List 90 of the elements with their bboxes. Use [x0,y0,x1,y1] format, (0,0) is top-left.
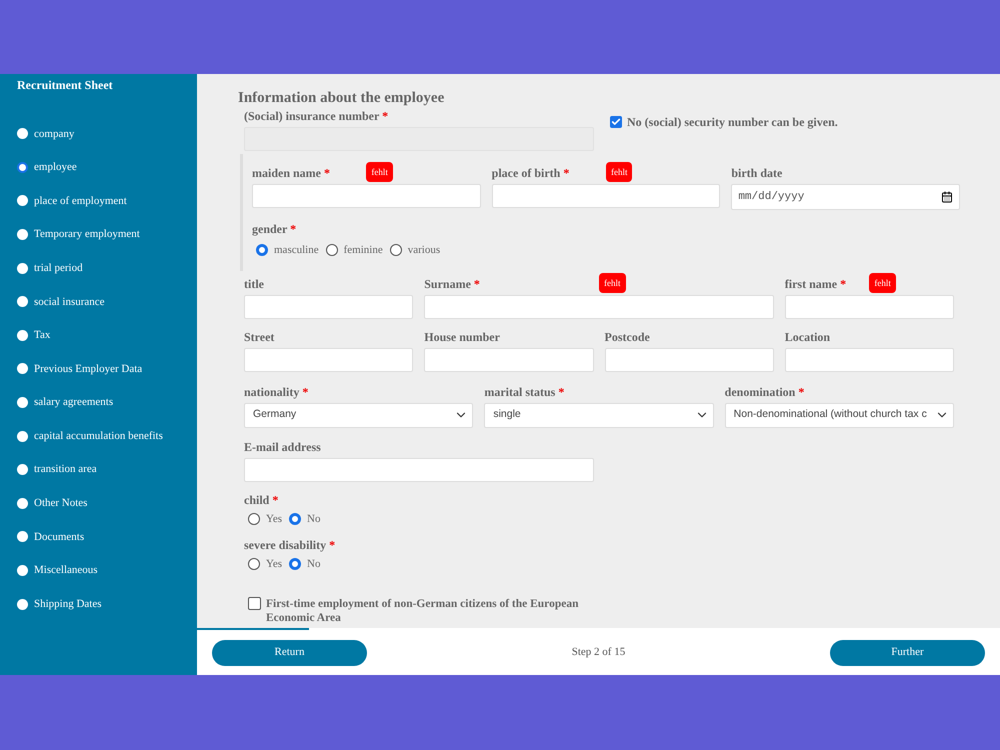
radio-button[interactable] [17,330,28,341]
radio-button[interactable] [17,363,28,374]
field-label: (Social) insurance number * [244,110,388,123]
radio-button[interactable] [17,598,28,610]
option-label: feminine [344,243,383,258]
error-badge: fehlt [606,162,632,182]
radio-button[interactable] [17,464,28,476]
field-label: maiden name * [252,167,330,180]
sidebar-item[interactable]: Documents [17,520,197,554]
radio-button[interactable] [17,262,28,274]
field-label: child * [244,494,278,506]
field-label: gender * [252,223,296,236]
radio-button[interactable] [17,531,28,542]
sidebar-item[interactable]: transition area [17,452,197,487]
checkbox[interactable] [248,596,261,610]
text-field[interactable] [244,348,414,372]
radio-button[interactable] [289,558,302,570]
field-label: title [244,278,264,290]
field-label: place of birth * [492,167,570,180]
dropdown[interactable]: Germany [244,402,474,428]
field-label: E-mail address [244,440,321,454]
radio-button[interactable] [17,498,28,509]
text-field[interactable] [492,184,720,208]
radio-button[interactable] [248,558,260,570]
text-field[interactable] [244,458,594,482]
calendar-icon[interactable] [941,191,953,203]
text-field[interactable] [252,184,481,208]
return-button[interactable]: Return [212,640,367,666]
option-label: masculine [274,243,319,258]
dropdown[interactable]: single [484,402,714,428]
option-label: Yes [266,512,282,526]
field-label: severe disability * [244,539,336,552]
radio-button[interactable] [390,244,402,256]
sidebar-item[interactable]: company [17,117,197,151]
option-label: various [408,243,440,258]
radio-button[interactable] [17,195,28,206]
sidebar-title: Recruitment Sheet [17,78,114,94]
text-field[interactable] [784,348,954,372]
sidebar-item[interactable]: trial period [17,251,197,285]
step-indicator: Step 2 of 15 [572,645,626,660]
radio-button[interactable] [17,565,28,576]
sidebar-item[interactable]: place of employment [17,184,197,218]
text-field[interactable] [244,294,414,318]
text-field[interactable] [604,348,774,372]
sidebar-item[interactable]: salary agreements [17,386,197,420]
section-heading: Information about the employee [238,90,446,107]
sidebar-item[interactable]: Temporary employment [17,218,197,252]
text-field[interactable] [424,348,594,372]
sidebar-item[interactable]: Shipping Dates [17,587,197,621]
sidebar-item[interactable]: Tax [17,318,197,352]
text-field[interactable] [424,294,774,318]
radio-button[interactable] [326,244,338,256]
checkbox[interactable] [610,116,622,128]
error-badge: fehlt [599,272,626,292]
radio-button[interactable] [17,296,28,308]
field-label: Location [784,330,830,344]
radio-button[interactable] [17,162,28,173]
field-label: House number [424,330,500,344]
radio-button[interactable] [256,244,268,256]
field-label: first name * [784,278,846,290]
field-label: Street [244,330,274,344]
option-label: Yes [266,557,282,572]
field-label: Postcode [604,330,650,344]
further-button[interactable]: Further [830,640,985,666]
radio-button[interactable] [17,229,28,240]
option-label: No [307,512,320,526]
radio-button[interactable] [17,128,28,140]
option-label: No [307,557,320,572]
error-badge: fehlt [366,162,393,182]
field-label: Surname * [424,278,480,290]
field-label: nationality * [244,386,308,398]
text-field[interactable] [784,294,954,318]
radio-button[interactable] [289,512,302,525]
date-field[interactable]: mm/dd/yyyy [731,184,960,210]
sidebar-item[interactable]: capital accumulation benefits [17,419,197,453]
sidebar-item[interactable]: Previous Employer Data [17,352,197,386]
sidebar-item[interactable]: Other Notes [17,486,197,520]
sidebar-item[interactable]: employee [17,150,197,184]
dropdown[interactable]: Non-denominational (without church tax c [724,402,954,428]
radio-button[interactable] [17,397,28,408]
radio-button[interactable] [248,512,260,525]
sidebar-item[interactable]: Miscellaneous [17,554,197,588]
field-label: birth date [731,167,782,180]
field-label: denomination * [724,386,804,398]
radio-button[interactable] [17,430,28,442]
error-badge: fehlt [869,272,896,292]
checkbox-label: No (social) security number can be given. [627,116,838,129]
checkbox-label: First-time employment of non-German citizens of the European Economic Area [266,596,580,624]
field-label: marital status * [484,386,564,398]
sidebar-item[interactable]: social insurance [17,284,197,319]
